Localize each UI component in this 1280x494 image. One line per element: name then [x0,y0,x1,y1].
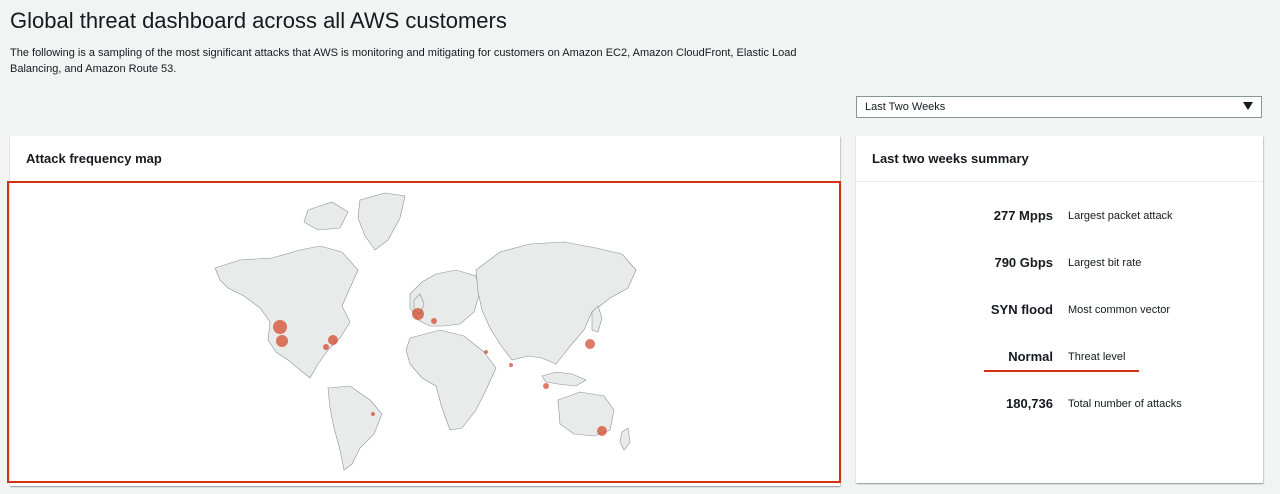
summary-row-bit-rate: 790 Gbps Largest bit rate [856,255,1263,277]
land-southeast-asia-islands [541,371,587,387]
summary-value: 277 Mpps [993,208,1053,223]
summary-label: Threat level [1068,351,1126,363]
attack-marker-uk[interactable] [412,308,424,320]
land-north-america [214,245,359,379]
summary-value: 180,736 [1006,396,1053,411]
summary-row-vector: SYN flood Most common vector [856,302,1263,324]
land-new-zealand [619,427,631,451]
world-map[interactable] [200,188,650,473]
summary-label: Largest packet attack [1068,210,1173,222]
caret-down-icon [1243,102,1253,110]
attack-marker-australia[interactable] [597,426,607,436]
land-asia [475,241,637,365]
summary-row-threat-level: Normal Threat level [856,349,1263,372]
summary-row-total-attacks: 180,736 Total number of attacks [856,396,1263,418]
time-range-select[interactable]: Last Two Weeks [856,96,1262,118]
land-arctic-islands [303,201,349,231]
attack-marker-southeast-asia[interactable] [543,383,549,389]
summary-value: 790 Gbps [994,255,1053,270]
attack-marker-us-west-south[interactable] [276,335,288,347]
summary-value: Normal [1008,349,1053,364]
summary-row-packet-attack: 277 Mpps Largest packet attack [856,208,1263,230]
page-description: The following is a sampling of the most … [10,47,797,75]
attack-marker-us-central[interactable] [323,344,329,350]
page-title: Global threat dashboard across all AWS c… [10,8,507,33]
attack-marker-us-east[interactable] [328,335,338,345]
attack-marker-europe[interactable] [431,318,437,324]
summary-card-title: Last two weeks summary [856,136,1263,182]
summary-label: Largest bit rate [1068,257,1142,269]
land-africa [405,329,497,431]
attack-marker-middle-east[interactable] [484,350,488,354]
summary-card: Last two weeks summary 277 Mpps Largest … [856,136,1263,483]
time-range-selected-value: Last Two Weeks [865,101,946,113]
land-south-america [327,385,383,471]
attack-marker-brazil[interactable] [371,412,375,416]
summary-label: Most common vector [1068,304,1171,316]
summary-label: Total number of attacks [1068,398,1182,410]
attack-marker-japan[interactable] [585,339,595,349]
summary-value: SYN flood [990,302,1053,317]
threat-level-highlight [984,370,1139,372]
attack-marker-india[interactable] [509,363,513,367]
land-greenland [357,192,406,251]
attack-marker-us-west-north[interactable] [273,320,287,334]
map-card-title: Attack frequency map [10,136,840,182]
